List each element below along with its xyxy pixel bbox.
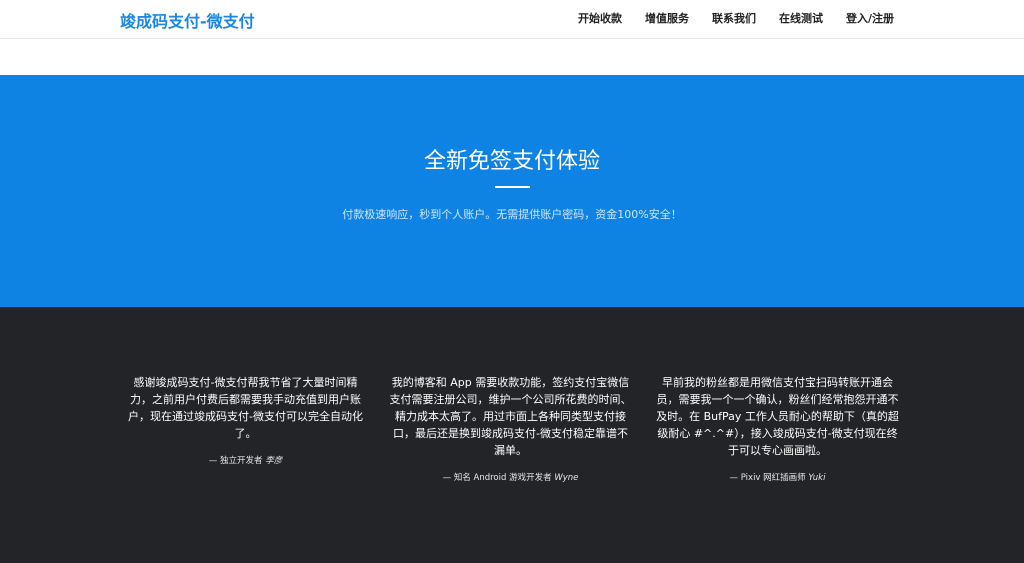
testimonial-author: Yuki (808, 473, 826, 483)
testimonial-quote: 我的博客和 App 需要收款功能，签约支付宝微信支付需要注册公司，维护一个公司所… (389, 376, 632, 457)
hero-subtitle: 付款极速响应，秒到个人账户。无需提供账户密码，资金100%安全！ (342, 208, 682, 221)
testimonial-quote: 早前我的粉丝都是用微信支付宝扫码转账开通会员，需要我一个一个确认，粉丝们经常抱怨… (656, 376, 899, 457)
testimonial-card: 感谢竣成码支付-微支付帮我节省了大量时间精力，之前用户付费后都需要我手动充值到用… (123, 374, 368, 466)
testimonial-citation: — 独立开发者 李彦 (123, 454, 368, 466)
hero-divider (495, 186, 530, 188)
nav-menu: 开始收款 增值服务 联系我们 在线测试 登入/注册 (555, 10, 894, 26)
testimonial-citation: — Pixiv 网红插画师 Yuki (655, 471, 900, 483)
testimonial-card: 我的博客和 App 需要收款功能，签约支付宝微信支付需要注册公司，维护一个公司所… (388, 374, 633, 483)
testimonial-role: — Pixiv 网红插画师 (729, 473, 806, 483)
testimonial-card: 早前我的粉丝都是用微信支付宝扫码转账开通会员，需要我一个一个确认，粉丝们经常抱怨… (655, 374, 900, 483)
testimonial-role: — 知名 Android 游戏开发者 (442, 473, 552, 483)
testimonial-citation: — 知名 Android 游戏开发者 Wyne (388, 471, 633, 483)
brand-logo-link[interactable]: 竣成码支付-微支付 (120, 8, 255, 32)
hero-title: 全新免签支付体验 (423, 149, 600, 174)
nav-online-test[interactable]: 在线测试 (779, 10, 823, 26)
nav-login-register[interactable]: 登入/注册 (846, 10, 894, 26)
testimonial-quote: 感谢竣成码支付-微支付帮我节省了大量时间精力，之前用户付费后都需要我手动充值到用… (128, 376, 363, 440)
nav-contact-us[interactable]: 联系我们 (712, 10, 756, 26)
nav-value-added-services[interactable]: 增值服务 (645, 10, 689, 26)
nav-start-collecting[interactable]: 开始收款 (578, 10, 622, 26)
top-navbar: 竣成码支付-微支付 开始收款 增值服务 联系我们 在线测试 登入/注册 (0, 0, 1024, 39)
testimonials-section: 感谢竣成码支付-微支付帮我节省了大量时间精力，之前用户付费后都需要我手动充值到用… (0, 307, 1024, 563)
hero-banner: 全新免签支付体验 付款极速响应，秒到个人账户。无需提供账户密码，资金100%安全… (0, 75, 1024, 307)
testimonial-role: — 独立开发者 (208, 456, 263, 466)
testimonial-author: 李彦 (265, 456, 283, 466)
testimonial-author: Wyne (554, 473, 579, 483)
